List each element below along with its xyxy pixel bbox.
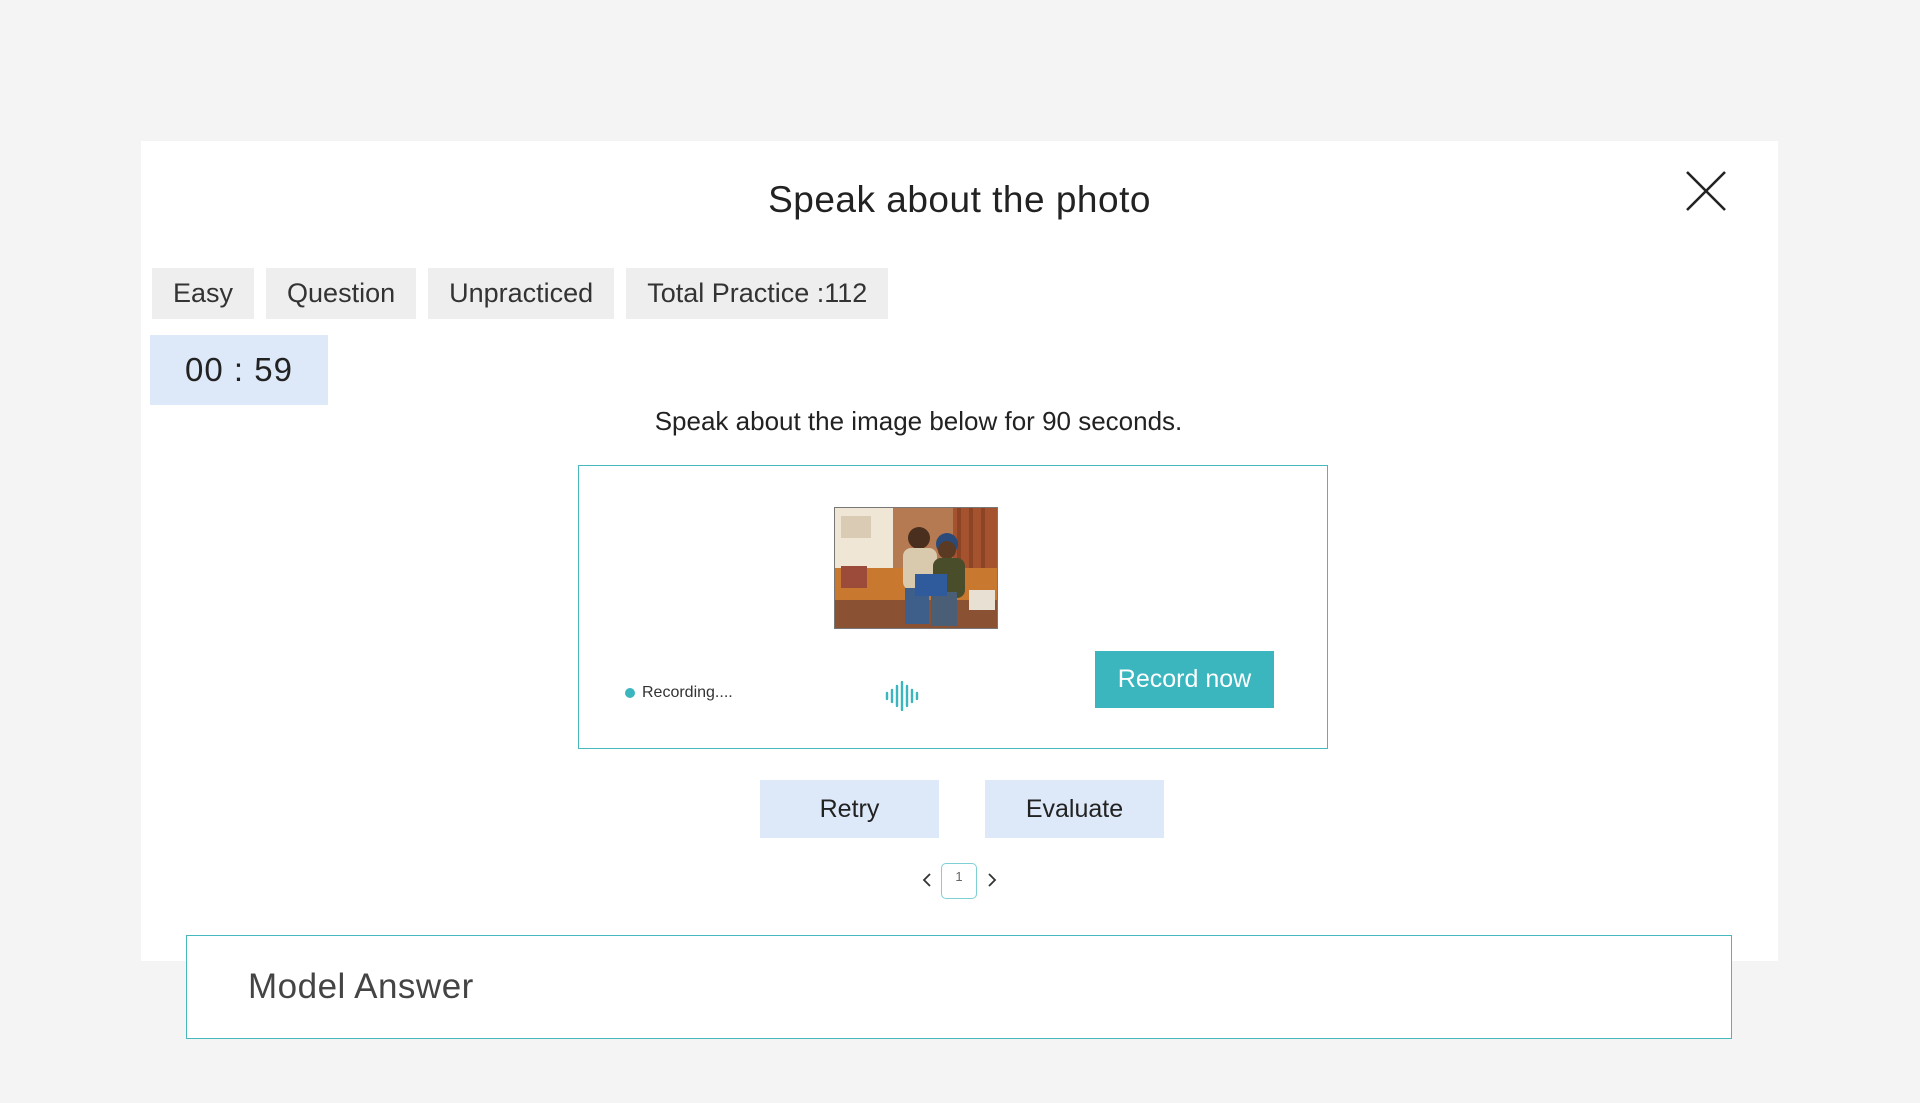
recording-dot-icon [625, 688, 635, 698]
status-tag: Unpracticed [428, 268, 615, 319]
difficulty-tag: Easy [152, 268, 255, 319]
model-answer-panel[interactable]: Model Answer [186, 935, 1732, 1039]
page-number-button[interactable]: 1 [941, 863, 977, 899]
audio-wave-icon [884, 680, 920, 712]
evaluate-button[interactable]: Evaluate [985, 780, 1164, 838]
chevron-right-icon[interactable] [985, 871, 999, 889]
countdown-timer: 00 : 59 [150, 335, 328, 405]
model-answer-label: Model Answer [248, 967, 474, 1006]
total-practice-tag: Total Practice :112 [626, 268, 889, 319]
type-tag: Question [266, 268, 417, 319]
recording-status: Recording.... [625, 684, 733, 702]
task-instruction: Speak about the image below for 90 secon… [654, 406, 1183, 436]
pagination: 1 [141, 863, 1778, 899]
recording-panel: Recording.... Record now [578, 465, 1328, 749]
retry-button[interactable]: Retry [760, 780, 939, 838]
chevron-left-icon[interactable] [920, 871, 934, 889]
tag-list: Easy Question Unpracticed Total Practice… [152, 268, 889, 319]
close-icon[interactable] [1685, 170, 1727, 212]
record-now-button[interactable]: Record now [1095, 651, 1274, 708]
recording-status-text: Recording.... [642, 684, 733, 701]
photo-image [834, 507, 998, 629]
modal-title: Speak about the photo [768, 179, 1151, 220]
practice-modal: Speak about the photo Easy Question Unpr… [141, 141, 1778, 961]
